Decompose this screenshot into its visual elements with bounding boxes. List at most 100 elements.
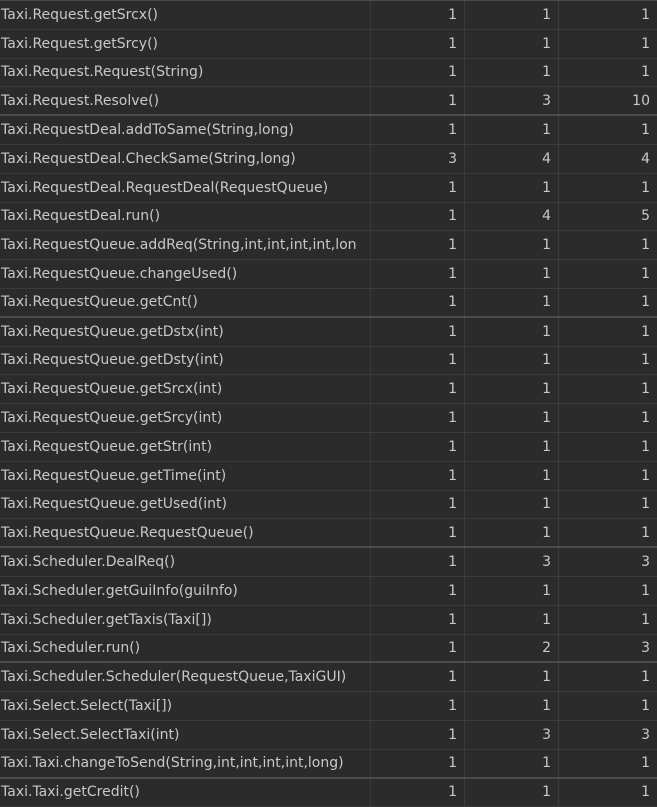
metric-cell-2: 1	[465, 749, 559, 777]
metric-cell-2: 1	[465, 519, 559, 547]
metric-cell-3: 1	[641, 669, 650, 686]
metric-cell-1: 1	[371, 749, 465, 777]
metric-cell-2: 1	[465, 692, 559, 720]
metric-cell-3: 5	[641, 208, 650, 225]
metric-cell-2: 1	[465, 260, 559, 288]
table-row[interactable]: Taxi.Scheduler.getGuiInfo(guiInfo) 1 1 1	[0, 576, 657, 606]
metric-cell-2: 1	[465, 1, 559, 29]
method-name-cell: Taxi.RequestQueue.RequestQueue()	[0, 519, 371, 547]
metric-cell-3: 1	[641, 237, 650, 254]
metric-cell-2: 4	[465, 144, 559, 173]
metric-cell-3: 1	[641, 35, 650, 52]
metric-cell-3: 4	[641, 150, 650, 167]
method-name-cell: Taxi.RequestDeal.addToSame(String,long)	[0, 116, 371, 144]
metric-cell-3: 1	[641, 122, 650, 139]
table-row[interactable]: Taxi.RequestDeal.run() 1 4 5	[0, 202, 657, 232]
metric-cell-1: 1	[371, 29, 465, 58]
metric-cell-1: 1	[371, 576, 465, 605]
metric-cell-3: 1	[641, 323, 650, 340]
method-name-cell: Taxi.Request.Resolve()	[0, 87, 371, 115]
method-name-cell: Taxi.Scheduler.Scheduler(RequestQueue,Ta…	[0, 663, 371, 692]
method-name-cell: Taxi.Scheduler.run()	[0, 634, 371, 662]
table-row[interactable]: Taxi.Taxi.changeToSend(String,int,int,in…	[0, 749, 657, 779]
table-row[interactable]: Taxi.RequestQueue.getStr(int) 1 1 1	[0, 432, 657, 462]
table-row[interactable]: Taxi.RequestDeal.RequestDeal(RequestQueu…	[0, 173, 657, 203]
table-row[interactable]: Taxi.RequestDeal.CheckSame(String,long) 3…	[0, 144, 657, 174]
table-row[interactable]: Taxi.RequestQueue.getTime(int) 1 1 1	[0, 461, 657, 491]
metric-cell-1: 1	[371, 288, 465, 316]
metric-cell-2: 2	[465, 634, 559, 662]
metric-cell-3: 1	[641, 352, 650, 369]
table-row[interactable]: Taxi.RequestQueue.addReq(String,int,int,…	[0, 231, 657, 261]
metric-cell-2: 1	[465, 663, 559, 692]
metric-cell-3: 1	[641, 496, 650, 513]
metric-cell-3: 1	[641, 755, 650, 772]
metric-cell-2: 3	[465, 87, 559, 115]
method-name-cell: Taxi.Select.SelectTaxi(int)	[0, 720, 371, 749]
method-name-cell: Taxi.Scheduler.getGuiInfo(guiInfo)	[0, 576, 371, 605]
method-name-cell: Taxi.Request.getSrcx()	[0, 1, 371, 29]
method-name-cell: Taxi.RequestQueue.getTime(int)	[0, 461, 371, 490]
table-row[interactable]: Taxi.Scheduler.Scheduler(RequestQueue,Ta…	[0, 663, 657, 693]
metric-cell-2: 1	[465, 317, 559, 346]
table-row[interactable]: Taxi.Scheduler.run() 1 2 3	[0, 634, 657, 664]
table-row[interactable]: Taxi.RequestQueue.getSrcy(int) 1 1 1	[0, 404, 657, 433]
metric-cell-1: 1	[371, 375, 465, 404]
method-name-cell: Taxi.Request.Request(String)	[0, 58, 371, 87]
table-row[interactable]: Taxi.Scheduler.DealReq() 1 3 3	[0, 548, 657, 577]
metric-cell-1: 1	[371, 404, 465, 432]
method-name-cell: Taxi.Select.Select(Taxi[])	[0, 692, 371, 720]
metric-cell-1: 1	[371, 260, 465, 288]
table-row[interactable]: Taxi.Request.Resolve() 1 3 10	[0, 87, 657, 117]
table-row[interactable]: Taxi.Select.SelectTaxi(int) 1 3 3	[0, 720, 657, 750]
table-row[interactable]: Taxi.RequestDeal.addToSame(String,long) 1…	[0, 116, 657, 145]
metric-cell-1: 1	[371, 116, 465, 144]
table-row[interactable]: Taxi.Request.Request(String) 1 1 1	[0, 58, 657, 88]
metric-cell-2: 1	[465, 116, 559, 144]
table-row[interactable]: Taxi.RequestQueue.getCnt() 1 1 1	[0, 288, 657, 318]
table-row[interactable]: Taxi.RequestQueue.getSrcx(int) 1 1 1	[0, 375, 657, 405]
table-row[interactable]: Taxi.Scheduler.getTaxis(Taxi[]) 1 1 1	[0, 605, 657, 635]
method-name-cell: Taxi.RequestQueue.getUsed(int)	[0, 490, 371, 519]
table-row[interactable]: Taxi.RequestQueue.getDsty(int) 1 1 1	[0, 346, 657, 376]
method-name-cell: Taxi.Taxi.getCredit()	[0, 778, 371, 807]
metric-cell-2: 1	[465, 288, 559, 316]
metric-cell-3: 1	[641, 784, 650, 801]
method-name-cell: Taxi.RequestQueue.getCnt()	[0, 288, 371, 316]
method-name-cell: Taxi.RequestDeal.CheckSame(String,long)	[0, 144, 371, 173]
table-row[interactable]: Taxi.Select.Select(Taxi[]) 1 1 1	[0, 692, 657, 721]
metric-cell-3: 1	[641, 6, 650, 23]
metric-cell-1: 1	[371, 346, 465, 375]
metric-cell-2: 1	[465, 29, 559, 58]
metric-cell-3: 1	[641, 438, 650, 455]
table-row[interactable]: Taxi.Request.getSrcy() 1 1 1	[0, 29, 657, 59]
table-row[interactable]: Taxi.RequestQueue.getUsed(int) 1 1 1	[0, 490, 657, 520]
metric-cell-2: 1	[465, 778, 559, 807]
metric-cell-1: 1	[371, 663, 465, 692]
table-row[interactable]: Taxi.RequestQueue.changeUsed() 1 1 1	[0, 260, 657, 289]
metric-cell-1: 1	[371, 692, 465, 720]
metric-cell-2: 1	[465, 461, 559, 490]
method-name-cell: Taxi.RequestQueue.getDstx(int)	[0, 317, 371, 346]
metric-cell-1: 1	[371, 202, 465, 231]
metric-cell-2: 1	[465, 404, 559, 432]
metric-cell-1: 1	[371, 605, 465, 634]
table-row[interactable]: Taxi.RequestQueue.RequestQueue() 1 1 1	[0, 519, 657, 549]
metric-cell-1: 1	[371, 634, 465, 662]
metric-cell-2: 1	[465, 576, 559, 605]
metric-cell-1: 1	[371, 1, 465, 29]
table-row[interactable]: Taxi.RequestQueue.getDstx(int) 1 1 1	[0, 317, 657, 347]
metric-cell-1: 1	[371, 519, 465, 547]
method-name-cell: Taxi.Scheduler.getTaxis(Taxi[])	[0, 605, 371, 634]
metrics-table: Taxi.Request.getSrcx() 1 1 1 Taxi.Request.ge…	[0, 0, 657, 807]
metric-cell-2: 1	[465, 375, 559, 404]
metric-cell-1: 1	[371, 778, 465, 807]
metric-cell-3: 1	[641, 611, 650, 628]
metric-cell-3: 1	[641, 698, 650, 715]
metric-cell-1: 1	[371, 461, 465, 490]
table-row[interactable]: Taxi.Taxi.getCredit() 1 1 1	[0, 778, 657, 807]
table-row[interactable]: Taxi.Request.getSrcx() 1 1 1	[0, 1, 657, 30]
metric-cell-3: 1	[641, 64, 650, 81]
metric-cell-1: 1	[371, 317, 465, 346]
metric-cell-3: 3	[641, 639, 650, 656]
